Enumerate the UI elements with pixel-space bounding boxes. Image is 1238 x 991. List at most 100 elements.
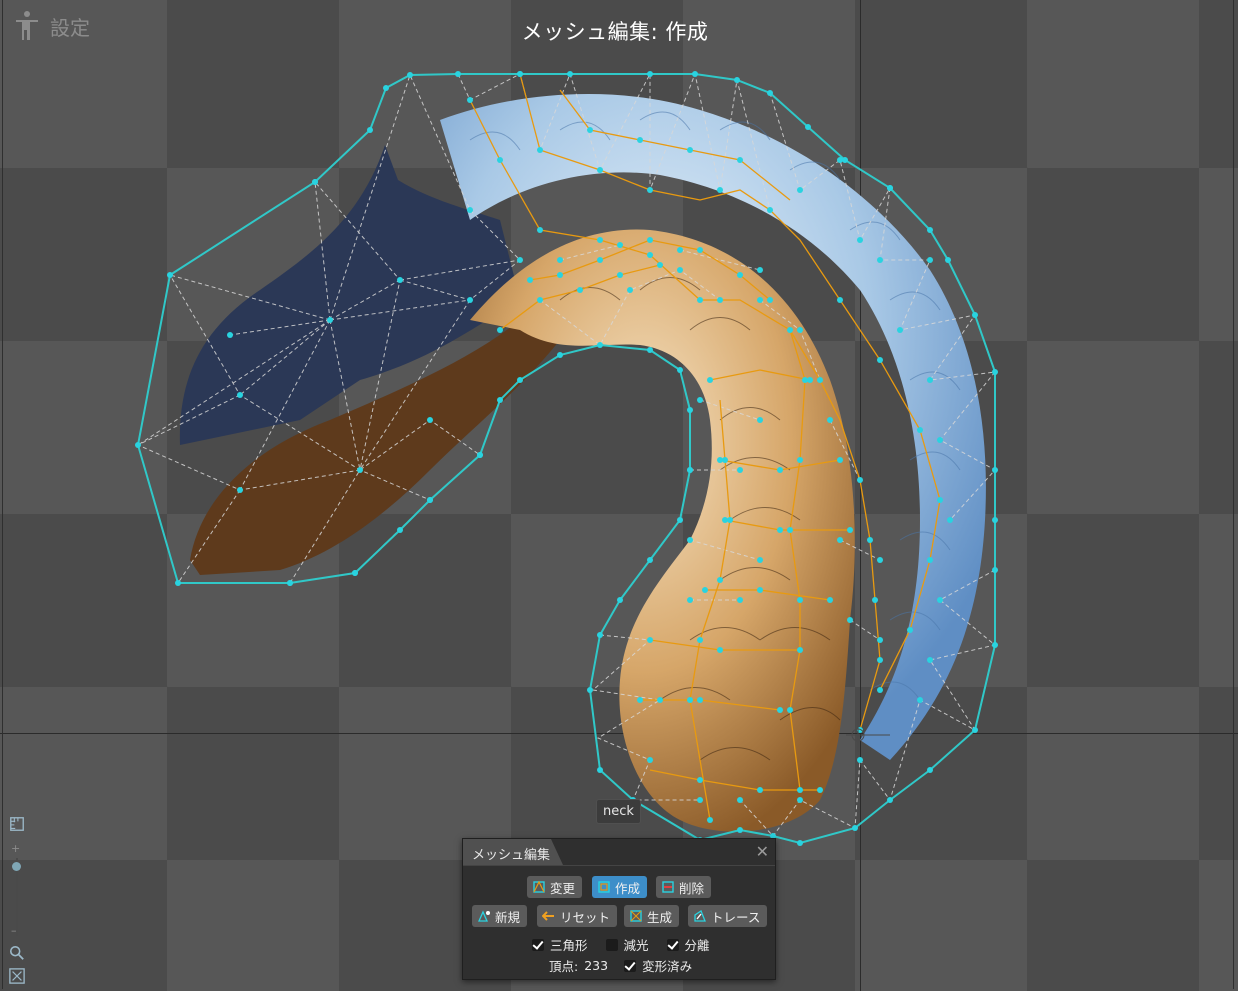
create-button[interactable]: 作成 xyxy=(592,876,648,898)
mesh-vertex[interactable] xyxy=(637,697,643,703)
mesh-vertex[interactable] xyxy=(657,262,663,268)
mesh-vertex[interactable] xyxy=(467,297,473,303)
mesh-vertex[interactable] xyxy=(767,207,773,213)
mesh-vertex[interactable] xyxy=(777,467,783,473)
mesh-vertex[interactable] xyxy=(757,417,763,423)
mesh-vertex[interactable] xyxy=(557,257,563,263)
mesh-vertex[interactable] xyxy=(817,787,823,793)
mesh-vertex[interactable] xyxy=(797,457,803,463)
mesh-vertex[interactable] xyxy=(687,537,693,543)
mesh-vertex[interactable] xyxy=(517,71,523,77)
mesh-vertex[interactable] xyxy=(397,277,403,283)
mesh-vertex[interactable] xyxy=(837,297,843,303)
mesh-vertex[interactable] xyxy=(697,777,703,783)
mesh-vertex[interactable] xyxy=(697,797,703,803)
delete-button[interactable]: 削除 xyxy=(656,876,712,898)
mesh-vertex[interactable] xyxy=(937,597,943,603)
close-icon[interactable]: ✕ xyxy=(756,842,769,861)
modify-button[interactable]: 変更 xyxy=(527,876,583,898)
mesh-vertex[interactable] xyxy=(917,427,923,433)
mesh-vertex[interactable] xyxy=(992,517,998,523)
mesh-vertex[interactable] xyxy=(945,257,951,263)
generate-button[interactable]: 生成 xyxy=(624,905,680,927)
mesh-vertex[interactable] xyxy=(837,537,843,543)
bone-label[interactable]: neck xyxy=(596,799,641,824)
mesh-vertex[interactable] xyxy=(972,312,978,318)
mesh-vertex[interactable] xyxy=(677,367,683,373)
mesh-vertex[interactable] xyxy=(647,347,653,353)
mesh-vertex[interactable] xyxy=(907,627,913,633)
mesh-vertex[interactable] xyxy=(527,277,533,283)
mesh-viewport[interactable]: 設定 メッシュ編集: 作成 neck + – メッシュ編集 ✕ 変更 作成 削除… xyxy=(0,0,1238,991)
mesh-vertex[interactable] xyxy=(697,397,703,403)
mesh-vertex[interactable] xyxy=(557,352,563,358)
mesh-vertex[interactable] xyxy=(717,577,723,583)
mesh-vertex[interactable] xyxy=(647,252,653,258)
mesh-vertex[interactable] xyxy=(717,297,723,303)
mesh-vertex[interactable] xyxy=(847,617,853,623)
mesh-vertex[interactable] xyxy=(947,517,953,523)
mesh-vertex[interactable] xyxy=(617,597,623,603)
mesh-vertex[interactable] xyxy=(687,597,693,603)
mesh-vertex[interactable] xyxy=(877,687,883,693)
mesh-vertex[interactable] xyxy=(497,397,503,403)
mesh-vertex[interactable] xyxy=(827,597,833,603)
mesh-vertex[interactable] xyxy=(737,797,743,803)
mesh-vertex[interactable] xyxy=(797,327,803,333)
mesh-vertex[interactable] xyxy=(737,597,743,603)
mesh-vertex[interactable] xyxy=(887,797,893,803)
mesh-vertex[interactable] xyxy=(647,637,653,643)
mesh-vertex[interactable] xyxy=(877,557,883,563)
mesh-vertex[interactable] xyxy=(237,487,243,493)
mesh-vertex[interactable] xyxy=(597,167,603,173)
mesh-vertex[interactable] xyxy=(737,827,743,833)
mesh-vertex[interactable] xyxy=(707,377,713,383)
mesh-vertex[interactable] xyxy=(537,297,543,303)
mesh-vertex[interactable] xyxy=(917,697,923,703)
mesh-vertex[interactable] xyxy=(927,657,933,663)
mesh-vertex[interactable] xyxy=(767,90,773,96)
mesh-vertex[interactable] xyxy=(647,237,653,243)
mesh-vertex[interactable] xyxy=(937,437,943,443)
mesh-vertex[interactable] xyxy=(407,72,413,78)
mesh-vertex[interactable] xyxy=(797,187,803,193)
mesh-vertex[interactable] xyxy=(737,467,743,473)
mesh-vertex[interactable] xyxy=(692,71,698,77)
mesh-vertex[interactable] xyxy=(847,527,853,533)
mesh-vertex[interactable] xyxy=(617,272,623,278)
mesh-vertex[interactable] xyxy=(427,497,433,503)
mesh-vertex[interactable] xyxy=(567,71,573,77)
mesh-vertex[interactable] xyxy=(787,327,793,333)
mesh-vertex[interactable] xyxy=(677,517,683,523)
mesh-vertex[interactable] xyxy=(717,647,723,653)
mesh-vertex[interactable] xyxy=(237,392,243,398)
mesh-vertex[interactable] xyxy=(927,767,933,773)
mesh-vertex[interactable] xyxy=(717,187,723,193)
mesh-vertex[interactable] xyxy=(737,157,743,163)
mesh-vertex[interactable] xyxy=(992,467,998,473)
mesh-vertex[interactable] xyxy=(287,580,293,586)
mesh-vertex[interactable] xyxy=(805,124,811,130)
mesh-vertex[interactable] xyxy=(877,357,883,363)
mesh-vertex[interactable] xyxy=(992,369,998,375)
mesh-vertex[interactable] xyxy=(627,287,633,293)
mesh-vertex[interactable] xyxy=(797,647,803,653)
mesh-vertex[interactable] xyxy=(597,632,603,638)
mesh-vertex[interactable] xyxy=(852,825,858,831)
mesh-vertex[interactable] xyxy=(757,787,763,793)
fit-view-icon[interactable] xyxy=(8,968,26,986)
mesh-vertex[interactable] xyxy=(135,442,141,448)
mesh-vertex[interactable] xyxy=(175,580,181,586)
mesh-vertex[interactable] xyxy=(477,452,483,458)
mesh-vertex[interactable] xyxy=(367,127,373,133)
mesh-vertex[interactable] xyxy=(734,77,740,83)
deformed-checkbox[interactable] xyxy=(624,959,637,972)
mesh-vertex[interactable] xyxy=(927,377,933,383)
mesh-vertex[interactable] xyxy=(687,467,693,473)
mesh-vertex[interactable] xyxy=(787,527,793,533)
mesh-vertex[interactable] xyxy=(937,497,943,503)
mesh-vertex[interactable] xyxy=(687,147,693,153)
mesh-vertex[interactable] xyxy=(427,417,433,423)
mesh-vertex[interactable] xyxy=(872,597,878,603)
mesh-vertex[interactable] xyxy=(497,157,503,163)
